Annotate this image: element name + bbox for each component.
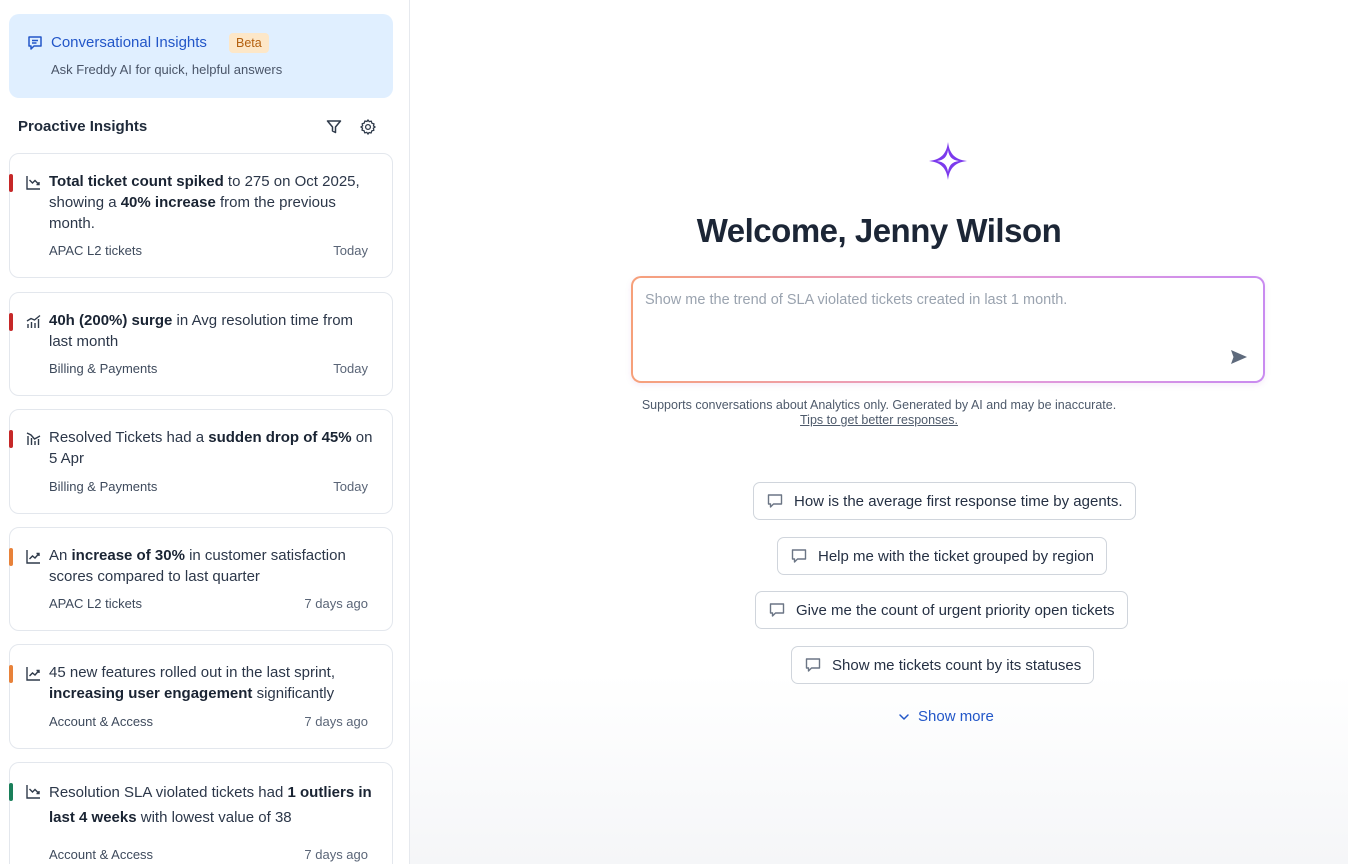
prompt-input[interactable] (645, 292, 1205, 308)
tips-line: Tips to get better responses. (341, 413, 1348, 428)
comment-icon (767, 494, 783, 508)
send-icon[interactable] (1229, 347, 1249, 367)
severity-indicator (9, 783, 13, 801)
insight-card[interactable]: Resolution SLA violated tickets had 1 ou… (9, 762, 393, 864)
insight-tag: Account & Access (49, 847, 154, 862)
conversational-insights-title: Conversational Insights (51, 34, 207, 51)
insight-highlight: sudden drop of 45% (208, 429, 352, 446)
insight-highlight: Total ticket count spiked (49, 173, 224, 190)
insight-text: 45 new features rolled out in the last s… (49, 662, 374, 704)
beta-badge: Beta (229, 33, 269, 53)
insight-highlight: increase of 30% (71, 547, 185, 564)
bar-drop-icon (26, 432, 41, 445)
insight-text-segment: Resolution SLA violated tickets had (49, 784, 288, 801)
show-more-button[interactable]: Show more (897, 708, 994, 725)
prompt-box (631, 276, 1265, 383)
severity-indicator (9, 430, 13, 448)
suggestion-chip[interactable]: Give me the count of urgent priority ope… (755, 591, 1128, 629)
severity-indicator (9, 665, 13, 683)
insight-text: Resolution SLA violated tickets had 1 ou… (49, 780, 374, 830)
insight-text: 40h (200%) surge in Avg resolution time … (49, 310, 374, 352)
insight-text-segment: with lowest value of 38 (136, 809, 292, 826)
severity-indicator (9, 548, 13, 566)
comment-icon (791, 549, 807, 563)
suggestion-label: Give me the count of urgent priority ope… (796, 601, 1115, 619)
comment-icon (769, 603, 785, 617)
insight-tag: APAC L2 tickets (49, 243, 142, 258)
insight-card[interactable]: 45 new features rolled out in the last s… (9, 644, 393, 749)
trend-down-icon (26, 785, 40, 799)
sparkle-icon (929, 142, 967, 180)
insight-card[interactable]: Resolved Tickets had a sudden drop of 45… (9, 409, 393, 514)
insight-highlight: increasing user engagement (49, 685, 253, 702)
trend-up-icon (26, 550, 40, 564)
bar-spike-icon (26, 314, 41, 328)
insight-text: An increase of 30% in customer satisfact… (49, 545, 374, 587)
conversational-insights-card[interactable]: Conversational Insights Beta Ask Freddy … (9, 14, 393, 98)
insight-text-segment: 45 new features rolled out in the last s… (49, 664, 335, 681)
suggestion-chip[interactable]: Show me tickets count by its statuses (791, 646, 1095, 684)
insight-text-segment: An (49, 547, 72, 564)
disclaimer-text: Supports conversations about Analytics o… (641, 398, 1117, 412)
main-panel: Welcome, Jenny Wilson Supports conversat… (410, 0, 1348, 864)
gear-icon[interactable] (359, 118, 377, 136)
insight-time: Today (333, 479, 368, 494)
insight-time: Today (333, 243, 368, 258)
trend-down-icon (26, 176, 40, 190)
insight-tag: Billing & Payments (49, 361, 158, 376)
suggestion-label: Help me with the ticket grouped by regio… (818, 547, 1094, 565)
insight-time: 7 days ago (304, 714, 368, 729)
proactive-insights-title: Proactive Insights (18, 118, 148, 135)
suggestion-chip[interactable]: How is the average first response time b… (753, 482, 1136, 520)
insight-text: Resolved Tickets had a sudden drop of 45… (49, 427, 374, 469)
chat-icon (28, 36, 42, 50)
trend-up-icon (26, 667, 40, 681)
insight-tag: Account & Access (49, 714, 154, 729)
filter-icon[interactable] (325, 118, 343, 136)
insight-time: 7 days ago (304, 847, 368, 862)
comment-icon (805, 658, 821, 672)
sidebar: Conversational Insights Beta Ask Freddy … (0, 0, 410, 864)
insight-card[interactable]: Total ticket count spiked to 275 on Oct … (9, 153, 393, 278)
chevron-down-icon (899, 713, 909, 720)
welcome-heading: Welcome, Jenny Wilson (696, 212, 1062, 249)
suggestion-label: How is the average first response time b… (794, 492, 1123, 510)
insight-highlight: 40% increase (120, 194, 216, 211)
conversational-insights-subtitle: Ask Freddy AI for quick, helpful answers (51, 62, 283, 77)
insight-tag: Billing & Payments (49, 479, 158, 494)
insight-tag: APAC L2 tickets (49, 596, 142, 611)
insight-card[interactable]: An increase of 30% in customer satisfact… (9, 527, 393, 631)
insight-time: Today (333, 361, 368, 376)
insight-time: 7 days ago (304, 596, 368, 611)
prompt-inner (633, 278, 1263, 381)
insight-card[interactable]: 40h (200%) surge in Avg resolution time … (9, 292, 393, 396)
show-more-label: Show more (918, 708, 994, 725)
insight-highlight: 40h (200%) surge (49, 312, 173, 329)
insight-text: Total ticket count spiked to 275 on Oct … (49, 171, 374, 234)
insight-text-segment: Resolved Tickets had a (49, 429, 209, 446)
insight-text-segment: significantly (252, 685, 335, 702)
severity-indicator (9, 174, 13, 192)
suggestion-chip[interactable]: Help me with the ticket grouped by regio… (777, 537, 1107, 575)
suggestion-label: Show me tickets count by its statuses (832, 656, 1082, 674)
severity-indicator (9, 313, 13, 331)
tips-link[interactable]: Tips to get better responses. (800, 413, 958, 427)
